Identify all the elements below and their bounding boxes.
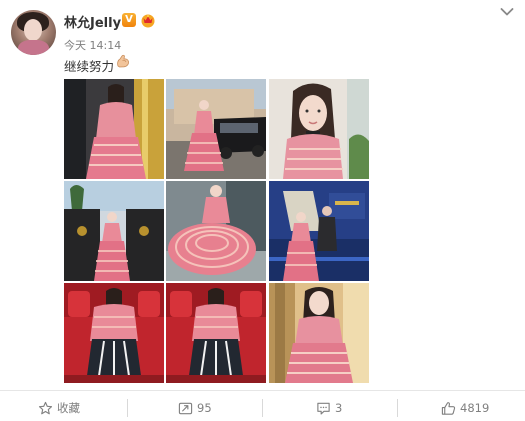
photo-thumbnail[interactable]: [64, 79, 164, 179]
star-icon: [38, 401, 53, 414]
photo-thumbnail[interactable]: [166, 283, 266, 383]
photo-thumbnail[interactable]: [64, 283, 164, 383]
like-count: 4819: [460, 401, 490, 415]
photo-thumbnail[interactable]: [166, 181, 266, 281]
photo-grid: [64, 79, 369, 383]
author-name[interactable]: 林允Jelly: [64, 12, 121, 31]
theater-seat-photo: [64, 283, 164, 383]
chevron-down-icon[interactable]: [500, 7, 514, 17]
repost-button[interactable]: 95: [178, 398, 212, 418]
verified-badge-icon[interactable]: V: [122, 13, 136, 27]
comment-button[interactable]: 3: [316, 398, 342, 418]
photo-thumbnail[interactable]: [269, 283, 369, 383]
photo-thumbnail[interactable]: [269, 79, 369, 179]
action-separator: [127, 399, 128, 417]
repost-count: 95: [197, 401, 212, 415]
action-bar-divider: [0, 390, 525, 391]
car-photo: [166, 79, 266, 179]
backstage-photo: [64, 79, 164, 179]
favorite-label: 收藏: [57, 401, 80, 415]
weibo-post-card: 林允Jelly V 今天 14:14 继续努力 收藏 95 3 4819: [0, 0, 525, 421]
stage-photo: [269, 181, 369, 281]
thumbs-up-icon: [441, 401, 456, 415]
photo-thumbnail[interactable]: [269, 181, 369, 281]
flexed-biceps-icon: [117, 54, 129, 68]
action-separator: [397, 399, 398, 417]
comment-icon: [317, 402, 330, 414]
repost-icon: [178, 402, 193, 414]
photo-thumbnail[interactable]: [166, 79, 266, 179]
photo-thumbnail[interactable]: [64, 181, 164, 281]
favorite-button[interactable]: 收藏: [38, 398, 80, 418]
golden-light-photo: [269, 283, 369, 383]
twirl-photo: [166, 181, 266, 281]
theater-seat-photo-2: [166, 283, 266, 383]
action-separator: [262, 399, 263, 417]
red-carpet-photo: [64, 181, 164, 281]
vip-crown-icon[interactable]: [140, 12, 156, 28]
portrait-photo: [269, 79, 369, 179]
comment-count: 3: [335, 401, 343, 415]
post-text: 继续努力: [64, 59, 115, 74]
author-avatar[interactable]: [11, 10, 56, 55]
like-button[interactable]: 4819: [441, 398, 489, 418]
post-timestamp[interactable]: 今天 14:14: [64, 37, 121, 53]
